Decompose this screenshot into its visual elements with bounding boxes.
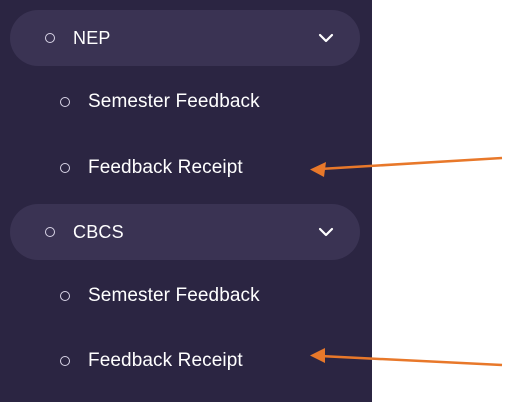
sidebar-item-label: Feedback Receipt (88, 157, 243, 178)
sidebar-item-cbcs-semester-feedback[interactable]: Semester Feedback (60, 278, 260, 314)
sidebar-item-nep-semester-feedback[interactable]: Semester Feedback (60, 84, 260, 120)
annotation-arrow-icon (310, 348, 503, 367)
chevron-down-icon[interactable] (318, 33, 334, 43)
arrow-head (310, 162, 326, 177)
sidebar-item-label: Feedback Receipt (88, 350, 243, 371)
sidebar-group-cbcs[interactable]: CBCS (10, 204, 360, 260)
annotation-arrow-icon (310, 156, 503, 177)
circle-icon (45, 227, 55, 237)
sidebar-item-nep-feedback-receipt[interactable]: Feedback Receipt (60, 150, 243, 186)
circle-icon (60, 97, 70, 107)
arrow-shaft (319, 354, 503, 367)
sidebar-item-label: Semester Feedback (88, 91, 260, 112)
sidebar-item-label: Semester Feedback (88, 285, 260, 306)
circle-icon (60, 356, 70, 366)
sidebar-group-label: NEP (73, 27, 111, 48)
circle-icon (60, 163, 70, 173)
circle-icon (45, 33, 55, 43)
sidebar-group-nep[interactable]: NEP (10, 10, 360, 66)
sidebar-item-cbcs-feedback-receipt[interactable]: Feedback Receipt (60, 343, 243, 379)
circle-icon (60, 291, 70, 301)
chevron-down-icon[interactable] (318, 227, 334, 237)
sidebar-group-label: CBCS (73, 221, 124, 242)
arrow-head (310, 348, 325, 363)
sidebar: NEP Semester Feedback Feedback Receipt C… (0, 0, 372, 402)
arrow-shaft (319, 156, 503, 171)
screenshot-stage: NEP Semester Feedback Feedback Receipt C… (0, 0, 506, 402)
